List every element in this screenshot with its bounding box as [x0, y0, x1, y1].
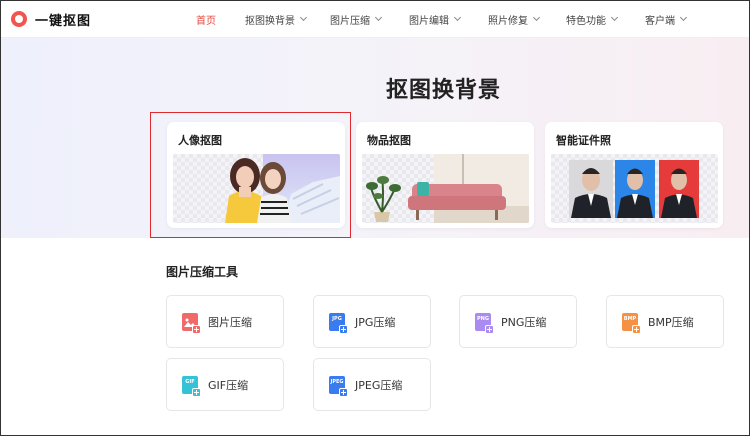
tool-label: BMP压缩 [648, 315, 694, 329]
card-portrait-cutout[interactable]: 人像抠图 [167, 122, 345, 228]
logo-icon [11, 11, 27, 27]
tool-label: PNG压缩 [501, 315, 547, 329]
tool-gif-compress[interactable]: GIF GIF压缩 [166, 358, 284, 411]
tool-image-compress[interactable]: 图片压缩 [166, 295, 284, 348]
image-icon [182, 312, 201, 334]
nav-label: 照片修复 [488, 15, 528, 27]
portrait-cutout-image [173, 154, 340, 223]
nav-item-cutout-background[interactable]: 抠图换背景 [245, 1, 330, 38]
nav-label: 图片压缩 [330, 15, 370, 27]
hero-section: 抠图换背景 人像抠图 物品抠图 智能证件照 [1, 38, 749, 238]
card-id-photo[interactable]: 智能证件照 [545, 122, 723, 228]
chevron-down-icon [374, 13, 383, 22]
icon-tag: GIF [185, 378, 195, 385]
card-title: 物品抠图 [367, 134, 411, 147]
nav-label: 特色功能 [566, 15, 606, 27]
id-photo-image [551, 154, 718, 223]
main-nav: 首页 抠图换背景 图片压缩 图片编辑 照片修复 特色功能 客户端 [181, 1, 705, 38]
card-object-cutout[interactable]: 物品抠图 [356, 122, 534, 228]
tool-label: JPEG压缩 [355, 378, 403, 392]
tool-png-compress[interactable]: PNG PNG压缩 [459, 295, 577, 348]
chevron-down-icon [532, 13, 541, 22]
nav-item-client[interactable]: 客户端 [645, 1, 705, 38]
chevron-down-icon [453, 13, 462, 22]
nav-item-photo-repair[interactable]: 照片修复 [488, 1, 566, 38]
nav-label: 图片编辑 [409, 15, 449, 27]
jpeg-file-icon: JPEG [329, 375, 348, 397]
chevron-down-icon [299, 13, 308, 22]
jpg-file-icon: JPG [329, 312, 348, 334]
nav-label: 抠图换背景 [245, 15, 295, 27]
nav-item-features[interactable]: 特色功能 [566, 1, 645, 38]
hero-title: 抠图换背景 [385, 78, 501, 103]
tool-label: 图片压缩 [208, 315, 252, 329]
nav-label: 客户端 [645, 15, 675, 27]
tool-label: JPG压缩 [355, 315, 396, 329]
section-title-compress: 图片压缩工具 [166, 265, 239, 279]
object-cutout-image [362, 154, 529, 223]
bmp-file-icon: BMP [622, 312, 641, 334]
png-file-icon: PNG [475, 312, 494, 334]
chevron-down-icon [679, 13, 688, 22]
nav-item-image-edit[interactable]: 图片编辑 [409, 1, 488, 38]
icon-tag: BMP [623, 315, 637, 322]
top-navigation-bar: 一键抠图 首页 抠图换背景 图片压缩 图片编辑 照片修复 特色功能 客户端 [1, 1, 749, 38]
gif-file-icon: GIF [182, 375, 201, 397]
card-title: 智能证件照 [556, 134, 611, 147]
tool-bmp-compress[interactable]: BMP BMP压缩 [606, 295, 724, 348]
chevron-down-icon [610, 13, 619, 22]
site-logo[interactable]: 一键抠图 [11, 10, 181, 29]
nav-item-image-compress[interactable]: 图片压缩 [330, 1, 409, 38]
tool-jpeg-compress[interactable]: JPEG JPEG压缩 [313, 358, 431, 411]
card-title: 人像抠图 [178, 134, 222, 147]
tool-jpg-compress[interactable]: JPG JPG压缩 [313, 295, 431, 348]
nav-item-home[interactable]: 首页 [196, 1, 245, 38]
icon-tag: JPG [332, 315, 342, 322]
tool-label: GIF压缩 [208, 378, 249, 392]
icon-tag: JPEG [330, 378, 344, 385]
icon-tag: PNG [477, 315, 489, 322]
nav-label: 首页 [196, 15, 216, 27]
logo-text: 一键抠图 [35, 13, 92, 29]
